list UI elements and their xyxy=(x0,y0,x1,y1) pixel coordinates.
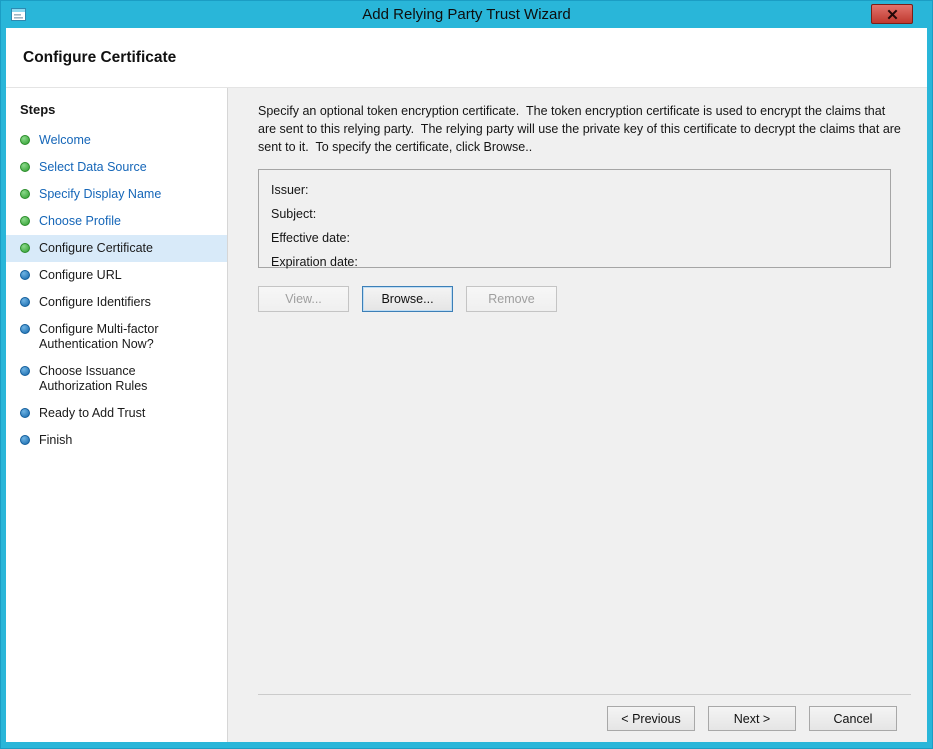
titlebar[interactable]: Add Relying Party Trust Wizard xyxy=(6,1,927,28)
step-status-icon xyxy=(20,189,30,199)
subject-label: Subject: xyxy=(271,207,316,221)
step-status-icon xyxy=(20,135,30,145)
window-title: Add Relying Party Trust Wizard xyxy=(6,6,927,23)
certificate-field-row: Effective date: xyxy=(271,226,878,250)
certificate-field-row: Expiration date: xyxy=(271,250,878,274)
step-label: Ready to Add Trust xyxy=(39,406,145,421)
step-label: Configure Multi-factor Authentication No… xyxy=(39,322,199,352)
expiration-date-label: Expiration date: xyxy=(271,255,358,269)
previous-button[interactable]: < Previous xyxy=(607,706,695,731)
page-title: Configure Certificate xyxy=(23,49,176,67)
step-status-icon xyxy=(20,297,30,307)
step-status-icon xyxy=(20,216,30,226)
browse-button[interactable]: Browse... xyxy=(362,286,453,312)
step-status-icon xyxy=(20,243,30,253)
step-label: Finish xyxy=(39,433,72,448)
close-button[interactable] xyxy=(871,4,913,24)
step-label: Choose Profile xyxy=(39,214,121,229)
step-select-data-source[interactable]: Select Data Source xyxy=(6,154,227,181)
step-specify-display-name[interactable]: Specify Display Name xyxy=(6,181,227,208)
step-status-icon xyxy=(20,408,30,418)
certificate-field-row: Subject: xyxy=(271,202,878,226)
step-label: Configure Identifiers xyxy=(39,295,151,310)
step-configure-certificate: Configure Certificate xyxy=(6,235,227,262)
content-pane: Specify an optional token encryption cer… xyxy=(228,88,927,742)
wizard-window: Add Relying Party Trust Wizard Configure… xyxy=(0,0,933,749)
next-button[interactable]: Next > xyxy=(708,706,796,731)
step-configure-identifiers: Configure Identifiers xyxy=(6,289,227,316)
step-choose-issuance-rules: Choose Issuance Authorization Rules xyxy=(6,358,227,400)
steps-sidebar: Steps Welcome Select Data Source Specify… xyxy=(6,88,228,742)
issuer-label: Issuer: xyxy=(271,183,309,197)
step-status-icon xyxy=(20,366,30,376)
close-icon xyxy=(887,9,898,20)
step-label: Welcome xyxy=(39,133,91,148)
steps-list: Welcome Select Data Source Specify Displ… xyxy=(6,127,227,454)
step-label: Choose Issuance Authorization Rules xyxy=(39,364,199,394)
page-header: Configure Certificate xyxy=(6,28,927,88)
step-finish: Finish xyxy=(6,427,227,454)
step-status-icon xyxy=(20,324,30,334)
view-button: View... xyxy=(258,286,349,312)
footer-buttons: < Previous Next > Cancel xyxy=(258,694,911,731)
certificate-details-box: Issuer: Subject: Effective date: Expirat… xyxy=(258,169,891,268)
instruction-text: Specify an optional token encryption cer… xyxy=(258,102,906,156)
remove-button: Remove xyxy=(466,286,557,312)
main-area: Steps Welcome Select Data Source Specify… xyxy=(6,88,927,742)
step-ready-to-add-trust: Ready to Add Trust xyxy=(6,400,227,427)
certificate-actions: View... Browse... Remove xyxy=(258,286,911,312)
window-body: Configure Certificate Steps Welcome Sele… xyxy=(6,28,927,742)
cancel-button[interactable]: Cancel xyxy=(809,706,897,731)
step-configure-url: Configure URL xyxy=(6,262,227,289)
certificate-field-row: Issuer: xyxy=(271,178,878,202)
step-label: Specify Display Name xyxy=(39,187,161,202)
step-status-icon xyxy=(20,162,30,172)
step-choose-profile[interactable]: Choose Profile xyxy=(6,208,227,235)
step-label: Select Data Source xyxy=(39,160,147,175)
step-status-icon xyxy=(20,435,30,445)
step-status-icon xyxy=(20,270,30,280)
step-label: Configure Certificate xyxy=(39,241,153,256)
effective-date-label: Effective date: xyxy=(271,231,350,245)
step-configure-mfa: Configure Multi-factor Authentication No… xyxy=(6,316,227,358)
steps-heading: Steps xyxy=(6,96,227,127)
step-label: Configure URL xyxy=(39,268,122,283)
step-welcome[interactable]: Welcome xyxy=(6,127,227,154)
